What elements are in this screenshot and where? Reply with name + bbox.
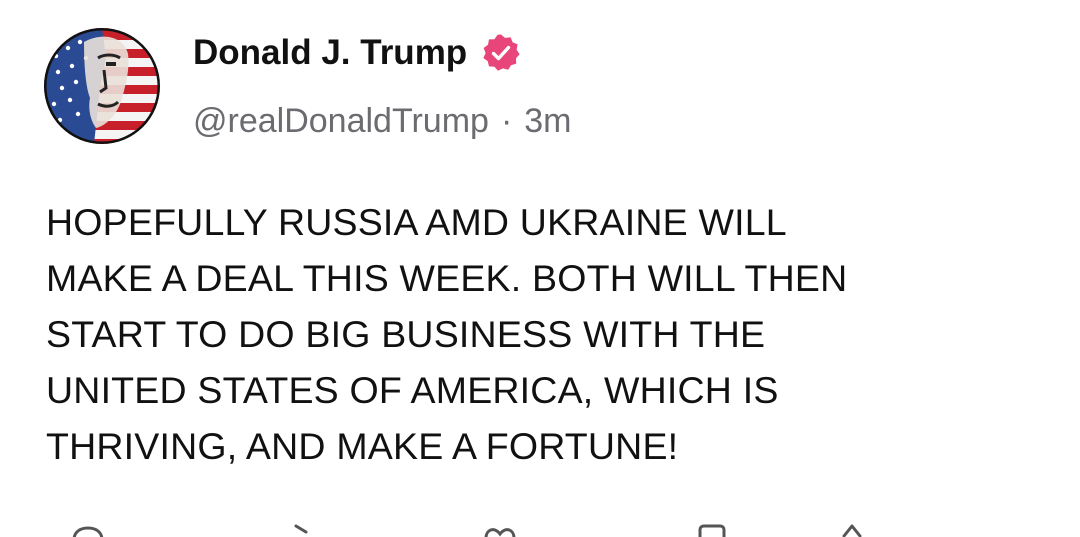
author-name-row: Donald J. Trump bbox=[193, 28, 521, 78]
verified-badge-icon bbox=[481, 33, 521, 73]
bookmark-button[interactable] bbox=[690, 518, 734, 537]
author-display-name[interactable]: Donald J. Trump bbox=[193, 33, 467, 73]
post-action-bar bbox=[0, 518, 1080, 537]
like-icon bbox=[484, 528, 516, 537]
like-button[interactable] bbox=[478, 518, 522, 537]
author-avatar[interactable] bbox=[44, 28, 160, 144]
meta-separator: · bbox=[500, 101, 513, 140]
reply-icon bbox=[72, 526, 104, 537]
author-handle[interactable]: @realDonaldTrump bbox=[193, 102, 489, 141]
retruth-button[interactable] bbox=[282, 518, 326, 537]
bookmark-icon bbox=[698, 524, 726, 537]
author-meta-row: @realDonaldTrump · 3m bbox=[193, 96, 572, 146]
american-flag-portrait-icon bbox=[44, 28, 160, 144]
post-timestamp[interactable]: 3m bbox=[524, 102, 571, 141]
post-body-text: HOPEFULLY RUSSIA AMD UKRAINE WILL MAKE A… bbox=[46, 201, 848, 467]
share-button[interactable] bbox=[830, 518, 874, 537]
share-icon bbox=[842, 524, 862, 537]
post-card: Donald J. Trump @realDonaldTrump · 3m HO… bbox=[0, 0, 1080, 537]
reply-button[interactable] bbox=[66, 518, 110, 537]
retruth-icon bbox=[294, 524, 308, 534]
